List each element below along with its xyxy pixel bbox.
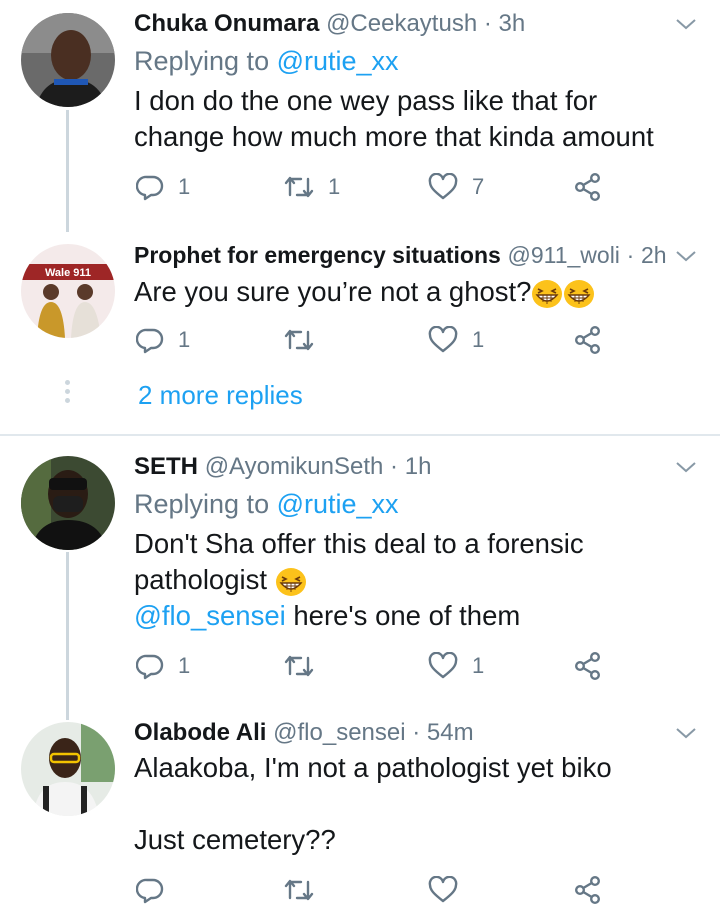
reply-count: 1 [178,653,191,678]
reply-icon [136,175,164,201]
like-count: 1 [472,327,485,352]
divider [0,434,720,436]
like-button[interactable]: 1 [428,326,484,354]
thread-dots [64,380,72,407]
author-name[interactable]: SETH [134,453,198,480]
author-name[interactable]: Prophet for emergency situations [134,242,501,268]
like-count: 1 [472,653,485,678]
avatar[interactable] [21,456,115,550]
chevron-down-icon[interactable] [674,721,698,745]
reply-button[interactable]: 1 [136,326,190,354]
like-button[interactable] [428,876,472,904]
author-name[interactable]: Chuka Onumara [134,10,319,37]
author-handle[interactable]: @flo_sensei [273,719,405,746]
author-name[interactable]: Olabode Ali [134,719,266,746]
author-handle[interactable]: @911_woli [507,242,619,268]
reply-icon [136,878,164,904]
retweet-button[interactable] [284,652,328,680]
retweet-button[interactable]: 1 [284,173,340,201]
retweet-button[interactable] [284,326,328,354]
author-handle[interactable]: @Ceekaytush [326,10,477,37]
tweet-text-line: change how much more that kinda amount [134,121,654,152]
tweet-text-line: I don do the one wey pass like that for [134,85,598,116]
like-count: 7 [472,174,485,199]
replying-to: Replying to @rutie_xx [134,487,399,521]
like-button[interactable]: 7 [428,173,484,201]
like-icon [428,173,458,200]
timestamp[interactable]: 1h [405,453,432,480]
retweet-icon [284,655,314,677]
like-button[interactable]: 1 [428,652,484,680]
avatar-caption: Wale 911 [45,267,91,279]
grinning-squinting-emoji [275,567,306,596]
retweet-icon [284,176,314,198]
replying-prefix: Replying to [134,489,277,519]
mention-link[interactable]: @rutie_xx [277,46,399,76]
timestamp[interactable]: 54m [427,719,474,746]
separator: · [412,719,421,746]
like-icon [428,652,458,679]
more-replies-link[interactable]: 2 more replies [138,379,303,411]
timestamp[interactable]: 3h [499,10,526,37]
share-icon [575,326,601,354]
chevron-down-icon[interactable] [674,455,698,479]
grinning-squinting-emoji [532,279,563,308]
share-button[interactable] [573,173,603,201]
retweet-icon [284,879,314,901]
tweet-text-line: pathologist [134,562,307,598]
thread-line [66,110,69,232]
avatar[interactable]: Wale 911 [21,244,115,338]
share-icon [575,173,601,201]
share-icon [575,652,601,680]
author-handle[interactable]: @AyomikunSeth [205,453,384,480]
reply-button[interactable]: 1 [136,173,190,201]
mention-link[interactable]: @flo_sensei [134,600,286,631]
thread-line [66,552,69,720]
tweet-text-line: Don't Sha offer this deal to a forensic [134,528,584,559]
retweet-button[interactable] [284,876,328,904]
share-button[interactable] [573,652,603,680]
replying-prefix: Replying to [134,46,277,76]
avatar[interactable] [21,13,115,107]
retweet-count: 1 [328,174,341,199]
like-icon [428,876,458,903]
reply-count: 1 [178,174,191,199]
chevron-down-icon[interactable] [674,12,698,36]
reply-icon [136,328,164,354]
share-icon [575,876,601,904]
mention-link[interactable]: @rutie_xx [277,489,399,519]
replying-to: Replying to @rutie_xx [134,44,399,78]
avatar[interactable] [21,722,115,816]
reply-button[interactable]: 1 [136,652,190,680]
tweet-text-line: Alaakoba, I'm not a pathologist yet biko [134,752,612,783]
retweet-icon [284,329,314,351]
tweet-text: Are you sure you’re not a ghost? [134,276,532,307]
reply-icon [136,654,164,680]
like-icon [428,326,458,353]
separator: · [626,242,635,268]
chevron-down-icon[interactable] [674,244,698,268]
reply-count: 1 [178,327,191,352]
tweet-text-line: @flo_sensei here's one of them [134,598,520,634]
tweet-text: pathologist [134,564,275,595]
share-button[interactable] [573,876,603,904]
timestamp[interactable]: 2h [641,242,667,268]
share-button[interactable] [573,326,603,354]
tweet-text-line: Just cemetery?? [134,824,336,855]
separator: · [483,10,492,37]
tweet-text: here's one of them [285,600,521,631]
separator: · [390,453,399,480]
grinning-squinting-emoji [564,279,595,308]
reply-button[interactable] [136,876,178,904]
tweet-text-line: Are you sure you’re not a ghost? [134,274,595,310]
